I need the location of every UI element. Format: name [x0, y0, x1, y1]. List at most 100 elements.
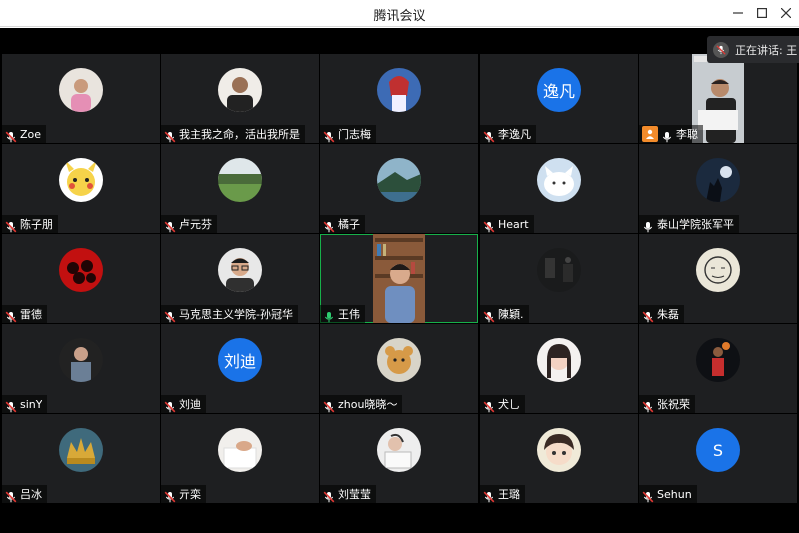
participant-tile[interactable]: Zoe	[2, 54, 160, 143]
mic-muted-icon	[483, 218, 495, 233]
mic-muted-icon	[164, 218, 176, 233]
participant-namebar: 我主我之命，活出我所是	[161, 125, 305, 143]
participant-name: 我主我之命，活出我所是	[179, 128, 300, 141]
participant-tile[interactable]: sinY	[2, 324, 160, 413]
participant-video	[373, 234, 425, 323]
participant-name: 刘迪	[179, 398, 201, 411]
mic-muted-icon	[323, 398, 335, 413]
window-titlebar: 腾讯会议	[0, 0, 799, 27]
avatar	[696, 338, 740, 382]
avatar	[537, 428, 581, 472]
mic-muted-icon	[323, 128, 335, 143]
speaking-indicator: 正在讲话: 王	[707, 36, 799, 63]
participant-tile[interactable]: 朱磊	[639, 234, 797, 323]
participant-name: zhou晓晓～	[338, 398, 398, 411]
participant-tile[interactable]: zhou晓晓～	[320, 324, 478, 413]
participant-name: 犬乚	[498, 398, 520, 411]
participant-tile[interactable]: 亓栾	[161, 414, 319, 503]
participant-name: 陈子朋	[20, 218, 53, 231]
maximize-icon	[757, 8, 767, 18]
participant-tile[interactable]: S Sehun	[639, 414, 797, 503]
participant-namebar: Sehun	[639, 485, 697, 503]
mic-muted-icon	[483, 488, 495, 503]
participant-name: Sehun	[657, 487, 692, 501]
minimize-button[interactable]	[727, 2, 749, 24]
minimize-icon	[733, 12, 743, 14]
participant-tile[interactable]: 刘莹莹	[320, 414, 478, 503]
participant-tile[interactable]: 张祝荣	[639, 324, 797, 413]
close-icon	[781, 8, 791, 18]
participant-tile[interactable]: 李聪	[639, 54, 797, 143]
mic-muted-icon	[483, 128, 495, 143]
mic-muted-icon	[642, 488, 654, 503]
mic-muted-icon	[5, 308, 17, 323]
mic-muted-icon	[642, 398, 654, 413]
mic-muted-icon	[713, 41, 729, 58]
participant-namebar: 门志梅	[320, 125, 376, 143]
avatar	[59, 338, 103, 382]
mic-icon	[323, 308, 335, 323]
participant-tile[interactable]: 吕冰	[2, 414, 160, 503]
avatar	[537, 158, 581, 202]
participant-namebar: Zoe	[2, 125, 47, 143]
participant-name: Heart	[498, 217, 529, 231]
avatar	[696, 248, 740, 292]
participant-tile[interactable]: 我主我之命，活出我所是	[161, 54, 319, 143]
mic-muted-icon	[164, 308, 176, 323]
mic-icon	[642, 218, 654, 233]
mic-muted-icon	[164, 128, 176, 143]
close-button[interactable]	[775, 2, 797, 24]
participant-tile[interactable]: 卢元芬	[161, 144, 319, 233]
mic-icon	[661, 128, 673, 143]
participant-tile[interactable]: 犬乚	[480, 324, 638, 413]
participant-namebar: zhou晓晓～	[320, 395, 403, 413]
participant-tile[interactable]: 马克思主义学院-孙冠华	[161, 234, 319, 323]
participant-namebar: 刘迪	[161, 395, 206, 413]
avatar	[377, 428, 421, 472]
participant-tile[interactable]: 雷德	[2, 234, 160, 323]
participant-name: 陳穎.	[498, 308, 524, 321]
participant-name: 刘莹莹	[338, 488, 371, 501]
participant-namebar: Heart	[480, 215, 534, 233]
participant-namebar: 马克思主义学院-孙冠华	[161, 305, 298, 323]
participant-name: 王伟	[338, 308, 360, 321]
mic-muted-icon	[5, 218, 17, 233]
participant-namebar: 王璐	[480, 485, 525, 503]
participant-namebar: 陳穎.	[480, 305, 529, 323]
participant-tile[interactable]: 陈子朋	[2, 144, 160, 233]
participant-tile[interactable]: 门志梅	[320, 54, 478, 143]
avatar	[59, 68, 103, 112]
participant-name: 雷德	[20, 308, 42, 321]
mic-muted-icon	[164, 488, 176, 503]
participant-namebar: 泰山学院张军平	[639, 215, 739, 233]
participant-name: 张祝荣	[657, 398, 690, 411]
participant-name: 卢元芬	[179, 218, 212, 231]
participant-name: sinY	[20, 397, 43, 411]
participant-name: 亓栾	[179, 488, 201, 501]
participant-namebar: 李聪	[639, 125, 703, 143]
participant-tile[interactable]: Heart	[480, 144, 638, 233]
video-grid: Zoe 我主我之命，活出我所是 门志梅 逸凡 李逸凡 李聪陈子朋 卢元芬 橘子 Heart 泰山学…	[0, 28, 799, 533]
participant-tile[interactable]: 泰山学院张军平	[639, 144, 797, 233]
participant-tile[interactable]: 王璐	[480, 414, 638, 503]
maximize-button[interactable]	[751, 2, 773, 24]
avatar: S	[696, 428, 740, 472]
participant-tile[interactable]: 橘子	[320, 144, 478, 233]
participant-namebar: 李逸凡	[480, 125, 536, 143]
mic-muted-icon	[323, 218, 335, 233]
mic-muted-icon	[483, 308, 495, 323]
participant-name: Zoe	[20, 127, 42, 141]
mic-muted-icon	[323, 488, 335, 503]
avatar	[537, 248, 581, 292]
participant-tile[interactable]: 逸凡 李逸凡	[480, 54, 638, 143]
participant-namebar: 刘莹莹	[320, 485, 376, 503]
participant-tile[interactable]: 陳穎.	[480, 234, 638, 323]
participant-tile[interactable]: 王伟	[320, 234, 478, 323]
participant-tile[interactable]: 刘迪 刘迪	[161, 324, 319, 413]
participant-name: 王璐	[498, 488, 520, 501]
avatar	[59, 248, 103, 292]
participant-namebar: 王伟	[320, 305, 365, 323]
mic-muted-icon	[164, 398, 176, 413]
mic-muted-icon	[642, 308, 654, 323]
mic-muted-icon	[5, 128, 17, 143]
